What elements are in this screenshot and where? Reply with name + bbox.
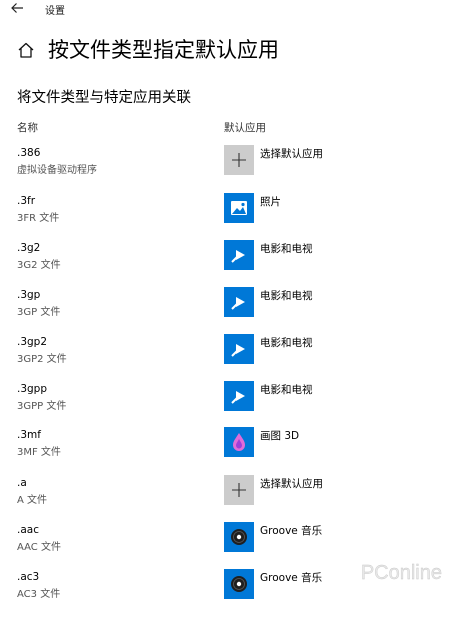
default-app-name: 电影和电视: [260, 337, 313, 349]
movies-tv-icon: [224, 334, 254, 364]
file-extension: .aac: [17, 524, 39, 536]
default-app-button[interactable]: 电影和电视: [224, 287, 434, 323]
default-app-name: 照片: [260, 196, 281, 208]
page-title: 按文件类型指定默认应用: [48, 38, 279, 62]
file-type-description: 3MF 文件: [17, 447, 61, 458]
file-type-description: 3G2 文件: [17, 260, 61, 271]
column-header-default-app: 默认应用: [224, 122, 266, 134]
plus-icon: [224, 145, 254, 175]
default-app-name: 选择默认应用: [260, 148, 323, 160]
default-app-button[interactable]: Groove 音乐: [224, 522, 434, 558]
file-type-description: 虚拟设备驱动程序: [17, 165, 97, 176]
title-bar: 设置: [0, 0, 452, 18]
file-extension: .a: [17, 477, 27, 489]
file-type-description: 3GP2 文件: [17, 354, 67, 365]
plus-icon: [224, 475, 254, 505]
default-app-button[interactable]: 电影和电视: [224, 334, 434, 370]
groove-music-icon: [224, 569, 254, 599]
svg-text:PConline: PConline: [361, 562, 442, 584]
groove-music-icon: [224, 522, 254, 552]
paint-3d-icon: [224, 427, 254, 457]
window-title: 设置: [45, 6, 65, 17]
file-extension: .3gp2: [17, 336, 48, 348]
default-app-button[interactable]: 照片: [224, 193, 434, 229]
file-type-row: .3gp 3GP 文件 电影和电视: [0, 287, 452, 335]
default-app-name: 画图 3D: [260, 430, 300, 442]
file-type-row: .3g2 3G2 文件 电影和电视: [0, 240, 452, 288]
file-type-description: AAC 文件: [17, 542, 61, 553]
back-arrow-icon[interactable]: [8, 0, 26, 16]
default-app-name: Groove 音乐: [260, 572, 323, 584]
default-app-name: 电影和电视: [260, 384, 313, 396]
default-app-button[interactable]: 电影和电视: [224, 381, 434, 417]
default-app-name: 电影和电视: [260, 290, 313, 302]
file-type-row: .3gpp 3GPP 文件 电影和电视: [0, 381, 452, 429]
home-icon[interactable]: [16, 40, 36, 60]
file-type-row: .3fr 3FR 文件 照片: [0, 193, 452, 241]
default-app-name: 电影和电视: [260, 243, 313, 255]
column-header-name: 名称: [17, 122, 38, 134]
file-type-row: .386 虚拟设备驱动程序 选择默认应用: [0, 145, 452, 193]
movies-tv-icon: [224, 381, 254, 411]
file-extension: .3fr: [17, 195, 36, 207]
file-type-row: .3gp2 3GP2 文件 电影和电视: [0, 334, 452, 382]
file-extension: .3g2: [17, 242, 41, 254]
file-extension: .3gpp: [17, 383, 48, 395]
file-type-description: A 文件: [17, 495, 48, 506]
default-app-button[interactable]: 选择默认应用: [224, 475, 434, 511]
file-extension: .3mf: [17, 429, 41, 441]
movies-tv-icon: [224, 240, 254, 270]
file-type-row: .a A 文件 选择默认应用: [0, 475, 452, 523]
movies-tv-icon: [224, 287, 254, 317]
file-type-row: .3mf 3MF 文件 画图 3D: [0, 427, 452, 475]
file-extension: .3gp: [17, 289, 41, 301]
photos-icon: [224, 193, 254, 223]
file-extension: .ac3: [17, 571, 40, 583]
default-app-button[interactable]: 电影和电视: [224, 240, 434, 276]
default-app-button[interactable]: 画图 3D: [224, 427, 434, 463]
default-app-name: Groove 音乐: [260, 525, 323, 537]
pconline-watermark: PConline: [361, 562, 443, 584]
file-extension: .386: [17, 147, 41, 159]
default-app-name: 选择默认应用: [260, 478, 323, 490]
file-type-description: 3GPP 文件: [17, 401, 67, 412]
file-type-description: AC3 文件: [17, 589, 61, 600]
file-type-description: 3FR 文件: [17, 213, 60, 224]
file-type-description: 3GP 文件: [17, 307, 61, 318]
default-app-button[interactable]: 选择默认应用: [224, 145, 434, 181]
section-title: 将文件类型与特定应用关联: [17, 90, 191, 106]
